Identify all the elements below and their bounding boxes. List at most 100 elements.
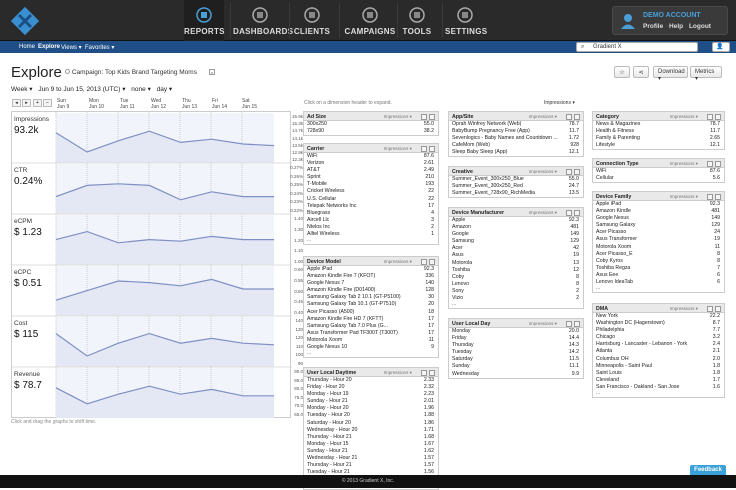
dimension-row[interactable]: Washington DC (Hagerstown) 8.7 — [593, 320, 724, 327]
panel-header[interactable]: Device Model Impressions ▾ — [304, 257, 438, 266]
panel-close-icon[interactable] — [574, 113, 580, 120]
nav-item-reports[interactable]: REPORTS — [184, 0, 224, 41]
more-rows-link[interactable]: ... — [593, 286, 724, 292]
organization-selector[interactable]: ⌕ Gradient X — [576, 42, 698, 52]
dimension-row[interactable]: Samsung Galaxy Tab 7.0 Plus (G... 17 — [304, 323, 438, 330]
dimension-row[interactable]: Samsung Galaxy 129 — [593, 222, 724, 229]
dimension-row[interactable]: Family & Parenting 2.65 — [593, 135, 724, 142]
interval-select[interactable]: day ▾ — [157, 86, 173, 93]
dimension-row[interactable]: Summer_Event_728x90_RichMedia 13.5 — [449, 190, 583, 197]
dimension-row[interactable]: Bluegrass 4 — [304, 210, 438, 217]
dimension-row[interactable]: Thursday - Hour 20 2.33 — [304, 377, 438, 384]
dimension-row[interactable]: Apple iPad 92.3 — [304, 266, 438, 273]
panel-config-icon[interactable] — [707, 113, 713, 120]
dimension-row[interactable]: Tuesday 14.2 — [449, 349, 583, 356]
dimension-row[interactable]: Sprint 210 — [304, 174, 438, 181]
dimension-row[interactable]: Aircell Llc 3 — [304, 217, 438, 224]
feedback-button[interactable]: Feedback — [690, 465, 726, 475]
panel-header[interactable]: Device Family Impressions ▾ — [593, 192, 724, 201]
download-button[interactable]: Download ▾ — [653, 66, 688, 82]
zoom-out-button[interactable]: − — [43, 99, 52, 107]
panel-close-icon[interactable] — [574, 168, 580, 175]
breadcrumb-explore[interactable]: Explore — [38, 44, 60, 50]
dimension-row[interactable]: Motorola 13 — [449, 260, 583, 267]
panel-header[interactable]: App/Site Impressions ▾ — [449, 112, 583, 121]
pan-right-button[interactable]: ▸ — [22, 99, 31, 107]
granularity-select[interactable]: Week ▾ — [11, 86, 33, 93]
dimension-row[interactable]: Saturday - Hour 20 1.86 — [304, 420, 438, 427]
dimension-row[interactable]: Monday 20.0 — [449, 328, 583, 335]
panel-metric-select[interactable]: Impressions ▾ — [384, 114, 412, 120]
panel-header[interactable]: User Local Day Impressions ▾ — [449, 319, 583, 328]
panel-title[interactable]: User Local Day — [452, 321, 490, 327]
panel-close-icon[interactable] — [429, 258, 435, 265]
panel-config-icon[interactable] — [707, 160, 713, 167]
dimension-row[interactable]: Acer Picasso_E 8 — [593, 251, 724, 258]
dimension-row[interactable]: Amazon Kindle 481 — [593, 208, 724, 215]
more-rows-link[interactable]: ... — [593, 391, 724, 397]
panel-metric-select[interactable]: Impressions ▾ — [384, 259, 412, 265]
help-link[interactable]: Help — [669, 23, 683, 30]
dimension-row[interactable]: Toshiba 12 — [449, 267, 583, 274]
dimension-row[interactable]: Google Nexus 10 9 — [304, 344, 438, 351]
dimension-row[interactable]: Asus Transformer Pad TF300T (T300T) 17 — [304, 330, 438, 337]
dimension-row[interactable]: Sunday 11.1 — [449, 363, 583, 370]
dimension-row[interactable]: Amazon Kindle Fire HD 7 (KFTT) 17 — [304, 316, 438, 323]
dimension-row[interactable]: Samsung Galaxy Tab 10.1 (GT-P7510) 20 — [304, 301, 438, 308]
dimension-row[interactable]: Sunday - Hour 21 2.01 — [304, 398, 438, 405]
favorite-star-button[interactable]: ☆ — [614, 66, 630, 78]
panel-title[interactable]: Ad Size — [307, 114, 326, 120]
panel-header[interactable]: Category Impressions ▾ — [593, 112, 724, 121]
dimension-row[interactable]: Asus Eee 6 — [593, 272, 724, 279]
nav-item-tools[interactable]: TOOLS — [400, 0, 434, 41]
panel-header[interactable]: Creative Impressions ▾ — [449, 167, 583, 176]
dimension-row[interactable]: Wednesday - Hour 20 1.71 — [304, 427, 438, 434]
panel-header[interactable]: DMA Impressions ▾ — [593, 304, 724, 313]
dimension-row[interactable]: Friday - Hour 20 2.32 — [304, 384, 438, 391]
dimension-row[interactable]: Minneapolis - Saint Paul 1.8 — [593, 363, 724, 370]
dimension-row[interactable]: Lenovo 8 — [449, 281, 583, 288]
dimension-row[interactable]: Google Nexus 7 140 — [304, 280, 438, 287]
dimension-row[interactable]: Tuesday - Hour 20 1.88 — [304, 412, 438, 419]
panel-metric-select[interactable]: Impressions ▾ — [670, 114, 698, 120]
nav-item-campaigns[interactable]: CAMPAIGNS — [342, 0, 398, 41]
dimension-row[interactable]: Wednesday - Hour 21 1.57 — [304, 455, 438, 462]
panel-close-icon[interactable] — [429, 145, 435, 152]
dimension-row[interactable]: Coby 8 — [449, 274, 583, 281]
dimension-row[interactable]: CafeMom (Web) 928 — [449, 142, 583, 149]
dimension-row[interactable]: Acer Picasso (A500) 18 — [304, 309, 438, 316]
dimension-row[interactable]: Summer_Event_300x250_Blue 55.0 — [449, 176, 583, 183]
dimension-row[interactable]: Monday - Hour 15 1.67 — [304, 441, 438, 448]
panel-metric-select[interactable]: Impressions ▾ — [529, 210, 557, 216]
dimension-row[interactable]: Alltel Wireless 1 — [304, 231, 438, 238]
panel-header[interactable]: Device Manufacturer Impressions ▾ — [449, 208, 583, 217]
dimension-row[interactable]: WiFi 87.6 — [304, 153, 438, 160]
zoom-in-button[interactable]: + — [33, 99, 42, 107]
metrics-button[interactable]: Metrics ▾ — [690, 66, 722, 82]
user-menu-button[interactable]: 👤 — [712, 42, 730, 52]
more-rows-link[interactable]: ... — [449, 302, 583, 308]
sort-metric-select[interactable]: Impressions ▾ — [544, 100, 575, 106]
panel-metric-select[interactable]: Impressions ▾ — [384, 370, 412, 376]
share-button[interactable]: ⋖ — [633, 66, 649, 78]
dimension-row[interactable]: Friday 14.4 — [449, 335, 583, 342]
dimension-row[interactable]: Thursday 14.3 — [449, 342, 583, 349]
dimension-row[interactable]: Asus Transformer 19 — [593, 236, 724, 243]
panel-title[interactable]: Device Manufacturer — [452, 210, 504, 216]
dimension-row[interactable]: Google Nexus 149 — [593, 215, 724, 222]
dimension-row[interactable]: Philadelphia 7.7 — [593, 327, 724, 334]
dimension-row[interactable]: San Francisco - Oakland - San Jose 1.6 — [593, 384, 724, 391]
dimension-row[interactable]: Saint Louis 1.8 — [593, 370, 724, 377]
dimension-row[interactable]: Sunday - Hour 21 1.62 — [304, 448, 438, 455]
dimension-row[interactable]: Thursday - Hour 21 1.68 — [304, 434, 438, 441]
dimension-row[interactable]: Oprah Winfrey Network (Web) 78.7 — [449, 121, 583, 128]
panel-title[interactable]: DMA — [596, 306, 608, 312]
dimension-row[interactable]: Lenovo IdeaTab 6 — [593, 279, 724, 286]
dimension-row[interactable]: Amazon 481 — [449, 224, 583, 231]
panel-close-icon[interactable] — [715, 113, 721, 120]
favorites-menu[interactable]: Favorites ▾ — [85, 44, 114, 51]
dimension-row[interactable]: Lifestyle 12.1 — [593, 142, 724, 149]
dimension-row[interactable]: U.S. Cellular 22 — [304, 196, 438, 203]
dimension-row[interactable]: 728x90 38.2 — [304, 128, 438, 135]
more-rows-link[interactable]: ... — [304, 351, 438, 357]
